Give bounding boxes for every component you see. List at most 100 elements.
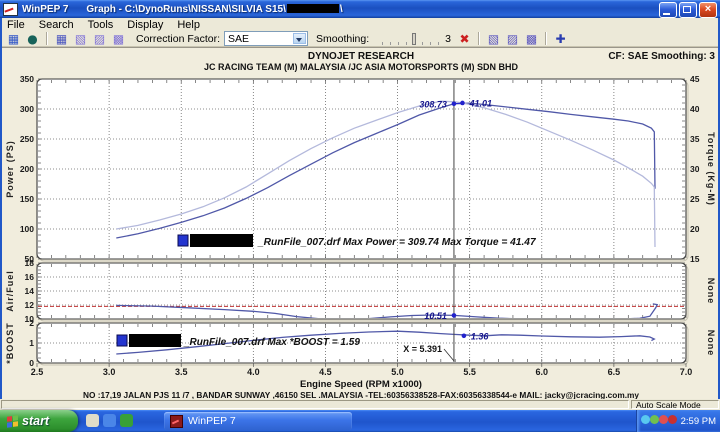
status-bar: Auto Scale Mode bbox=[0, 399, 720, 410]
taskbar-clock[interactable]: 2:59 PM bbox=[681, 416, 716, 427]
svg-text:350: 350 bbox=[20, 74, 34, 84]
toolbar: ▦● ▦▧▨▩ Correction Factor: SAE Smoothing… bbox=[0, 31, 720, 47]
svg-text:14: 14 bbox=[25, 286, 35, 296]
svg-text:3.5: 3.5 bbox=[175, 367, 188, 377]
svg-text:16: 16 bbox=[25, 272, 35, 282]
dyno-graph[interactable]: DYNOJET RESEARCHJC RACING TEAM (M) MALAY… bbox=[0, 48, 720, 400]
svg-text:3.0: 3.0 bbox=[103, 367, 116, 377]
svg-text:6.0: 6.0 bbox=[536, 367, 549, 377]
svg-text:4.0: 4.0 bbox=[247, 367, 260, 377]
document-title: Graph - C:\DynoRuns\NISSAN\SILVIA S15\\ bbox=[86, 4, 342, 15]
menu-bar: FileSearchToolsDisplayHelp bbox=[0, 18, 720, 31]
svg-text:7.0: 7.0 bbox=[680, 367, 693, 377]
legend-text: _RunFile_007.drf Max *BOOST = 1.59 bbox=[183, 337, 360, 348]
legend-swatch bbox=[117, 335, 127, 346]
value-annotation: 308.73 bbox=[419, 99, 447, 109]
svg-text:30: 30 bbox=[690, 164, 700, 174]
toolbar-graph-icons: ▦▧▨▩ bbox=[52, 32, 128, 46]
delete-run-icon[interactable]: ✖ bbox=[455, 32, 474, 46]
value-annotation: 1.36 bbox=[471, 331, 490, 341]
svg-text:2.5: 2.5 bbox=[31, 367, 44, 377]
toolbar-clear-icon: ✖ bbox=[455, 32, 474, 46]
svg-text:2: 2 bbox=[29, 318, 34, 328]
svg-text:4.5: 4.5 bbox=[319, 367, 332, 377]
svg-text:20: 20 bbox=[690, 224, 700, 234]
svg-text:100: 100 bbox=[20, 224, 34, 234]
y2-axis-title: None bbox=[706, 278, 716, 305]
media-player-icon[interactable] bbox=[120, 414, 133, 427]
quick-launch bbox=[86, 414, 133, 427]
minimize-button[interactable] bbox=[659, 2, 677, 18]
chart-subtitle: JC RACING TEAM (M) MALAYSIA /JC ASIA MOT… bbox=[204, 62, 519, 72]
graph-power-icon[interactable]: ▦ bbox=[52, 32, 71, 46]
internet-explorer-icon[interactable] bbox=[103, 414, 116, 427]
svg-text:6.5: 6.5 bbox=[608, 367, 621, 377]
y-axis-title: Air/Fuel bbox=[5, 270, 15, 312]
chart-title: DYNOJET RESEARCH bbox=[308, 51, 414, 62]
svg-text:40: 40 bbox=[690, 104, 700, 114]
svg-text:25: 25 bbox=[690, 194, 700, 204]
taskbar: start WinPEP 7 2:59 PM bbox=[0, 410, 720, 432]
show-desktop-icon[interactable] bbox=[86, 414, 99, 427]
menu-tools[interactable]: Tools bbox=[81, 19, 121, 31]
taskbar-task-winpep[interactable]: WinPEP 7 bbox=[164, 412, 352, 430]
legend-swatch bbox=[178, 235, 188, 246]
toolbar-data-icons: ▦● bbox=[4, 32, 42, 46]
smoothing-slider-handle[interactable] bbox=[412, 33, 416, 45]
winpep-task-icon bbox=[170, 415, 183, 428]
title-bar: WinPEP 7 Graph - C:\DynoRuns\NISSAN\SILV… bbox=[0, 0, 720, 18]
svg-text:1: 1 bbox=[29, 338, 34, 348]
legend-redaction bbox=[190, 234, 253, 247]
chart-cf-info: CF: SAE Smoothing: 3 bbox=[608, 51, 715, 62]
zoom-out-icon[interactable]: ▩ bbox=[522, 32, 541, 46]
toolbar-move-icon: ✚ bbox=[551, 32, 570, 46]
system-tray: 2:59 PM bbox=[636, 410, 720, 432]
chevron-down-icon[interactable] bbox=[293, 33, 306, 44]
svg-text:18: 18 bbox=[25, 258, 35, 268]
value-annotation: 10.51 bbox=[424, 311, 447, 321]
tray-clock-icon[interactable] bbox=[668, 415, 677, 424]
graph-compare-icon[interactable]: ▨ bbox=[90, 32, 109, 46]
window-border-left bbox=[0, 18, 2, 410]
close-button[interactable]: × bbox=[699, 2, 717, 18]
tray-network-icon[interactable] bbox=[650, 415, 659, 424]
marker-dot bbox=[452, 313, 457, 318]
start-button[interactable]: start bbox=[0, 410, 78, 432]
restore-button[interactable] bbox=[679, 2, 697, 18]
value-annotation: 41.01 bbox=[468, 98, 492, 108]
windows-flag-icon bbox=[7, 415, 18, 428]
menu-search[interactable]: Search bbox=[32, 19, 81, 31]
move-axes-icon[interactable]: ✚ bbox=[551, 32, 570, 46]
x-axis-title: Engine Speed (RPM x1000) bbox=[300, 379, 422, 390]
graph-workspace: DYNOJET RESEARCHJC RACING TEAM (M) MALAY… bbox=[0, 47, 720, 399]
globe-icon[interactable]: ● bbox=[23, 32, 42, 46]
tray-icons bbox=[641, 415, 677, 427]
start-label: start bbox=[22, 414, 49, 428]
app-icon bbox=[3, 3, 18, 16]
title-redaction bbox=[287, 4, 339, 13]
svg-text:200: 200 bbox=[20, 164, 34, 174]
task-label: WinPEP 7 bbox=[188, 415, 236, 427]
datasheet-icon[interactable]: ▦ bbox=[4, 32, 23, 46]
legend-redaction bbox=[129, 334, 181, 347]
pan-graph-icon[interactable]: ▨ bbox=[503, 32, 522, 46]
graph-curves-icon[interactable]: ▩ bbox=[109, 32, 128, 46]
svg-text:35: 35 bbox=[690, 134, 700, 144]
marker-dot bbox=[462, 334, 467, 339]
menu-help[interactable]: Help bbox=[170, 19, 207, 31]
graph-overlay-icon[interactable]: ▧ bbox=[71, 32, 90, 46]
zoom-select-icon[interactable]: ▧ bbox=[484, 32, 503, 46]
toolbar-separator bbox=[478, 32, 480, 45]
svg-text:45: 45 bbox=[690, 74, 700, 84]
smoothing-label: Smoothing: bbox=[316, 33, 369, 45]
menu-display[interactable]: Display bbox=[120, 19, 170, 31]
menu-file[interactable]: File bbox=[0, 19, 32, 31]
smoothing-slider[interactable] bbox=[375, 33, 439, 45]
toolbar-separator bbox=[46, 32, 48, 45]
correction-factor-value: SAE bbox=[228, 33, 249, 45]
cursor-x-label: X = 5.391 bbox=[403, 344, 442, 354]
correction-factor-select[interactable]: SAE bbox=[224, 31, 308, 46]
tray-arrow-icon[interactable] bbox=[641, 415, 650, 424]
tray-shield-icon[interactable] bbox=[659, 415, 668, 424]
y-axis-title: *BOOST bbox=[5, 322, 15, 364]
